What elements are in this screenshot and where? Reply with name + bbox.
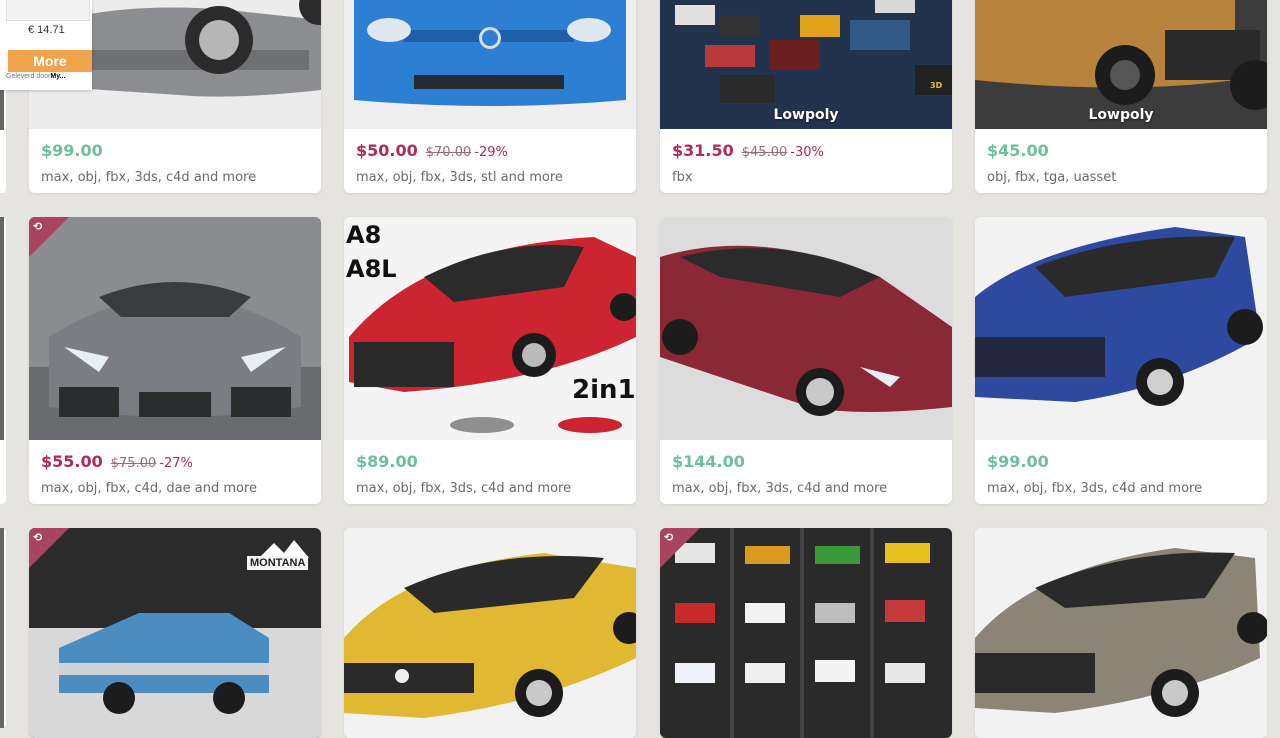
ad-price: € 14.71 [28, 24, 65, 36]
sale-price: $50.00 [356, 141, 418, 160]
badge-icon: ⟲ [33, 220, 43, 233]
featured-badge: ⟲ [29, 217, 69, 257]
more-button[interactable]: More [8, 50, 92, 72]
left-edge-card-2 [0, 217, 6, 504]
discount: -29% [474, 145, 508, 160]
badge-icon: ⟲ [33, 531, 43, 544]
old-price: $75.00 [110, 456, 157, 471]
file-formats: obj, fbx, tga, uasset [987, 170, 1117, 185]
product-card-7[interactable]: $144.00 max, obj, fbx, 3ds, c4d and more [660, 217, 952, 504]
old-price: $45.00 [741, 145, 788, 160]
model-caption-2in1: 2in1 [572, 375, 636, 405]
file-formats: fbx [672, 170, 693, 185]
model-caption-a8: A8 [346, 221, 382, 249]
product-card-4[interactable]: Lowpoly $45.00 obj, fbx, tga, uasset [975, 0, 1267, 193]
svg-text:3D: 3D [930, 81, 943, 90]
featured-badge: ⟲ [660, 528, 700, 568]
product-card-10[interactable] [344, 528, 636, 738]
price: $99.00 [41, 141, 103, 160]
product-thumbnail[interactable]: ⟲ [660, 528, 952, 738]
left-edge-card-3 [0, 528, 6, 728]
lowpoly-label: Lowpoly [1088, 107, 1154, 123]
file-formats: max, obj, fbx, c4d, dae and more [41, 481, 258, 496]
ad-image-placeholder [6, 0, 90, 21]
old-price: $70.00 [425, 145, 472, 160]
price: $45.00 [987, 141, 1049, 160]
file-formats: max, obj, fbx, 3ds, c4d and more [672, 481, 888, 496]
file-formats: max, obj, fbx, 3ds, c4d and more [987, 481, 1203, 496]
product-card-6[interactable]: A8 A8L 2in1 $89.00 max, obj, fbx, 3ds, c… [344, 217, 636, 504]
product-thumbnail[interactable] [975, 528, 1267, 738]
badge-icon: ⟲ [664, 531, 674, 544]
product-thumbnail[interactable]: MONTANA ⟲ [29, 528, 321, 738]
sale-price: $55.00 [41, 452, 103, 471]
product-card-2[interactable]: $50.00 $70.00 -29% max, obj, fbx, 3ds, stl… [344, 0, 636, 193]
discount: -30% [790, 145, 824, 160]
price: $99.00 [987, 452, 1049, 471]
product-card-9[interactable]: MONTANA ⟲ [29, 528, 321, 738]
product-thumbnail[interactable]: ⟲ [29, 217, 321, 440]
ad-widget[interactable]: € 14.71 More Geleverd doorMy... [0, 0, 92, 90]
product-card-3[interactable]: 3D Lowpoly $31.50 $45.00 -30% fbx [660, 0, 952, 193]
product-thumbnail[interactable]: Lowpoly [975, 0, 1267, 129]
file-formats: max, obj, fbx, 3ds, c4d and more [41, 170, 257, 185]
ad-footer-brand: My... [50, 73, 66, 80]
featured-badge: ⟲ [29, 528, 69, 568]
file-formats: max, obj, fbx, 3ds, c4d and more [356, 481, 572, 496]
product-thumbnail[interactable]: 3D Lowpoly [660, 0, 952, 129]
product-thumbnail[interactable] [344, 528, 636, 738]
price: $89.00 [356, 452, 418, 471]
lowpoly-label: Lowpoly [773, 107, 839, 123]
product-thumbnail[interactable] [660, 217, 952, 440]
price: $144.00 [672, 452, 745, 471]
product-thumbnail[interactable] [344, 0, 636, 129]
sale-price: $31.50 [672, 141, 734, 160]
product-card-5[interactable]: ⟲ $55.00 $75.00 -27% max, obj, fbx, c4d, d… [29, 217, 321, 504]
product-thumbnail[interactable]: A8 A8L 2in1 [344, 217, 636, 440]
product-thumbnail[interactable] [975, 217, 1267, 440]
model-caption-a8l: A8L [346, 255, 397, 283]
ad-footer-text: Geleverd door [6, 73, 51, 80]
discount: -27% [159, 456, 193, 471]
product-card-12[interactable] [975, 528, 1267, 738]
ad-footer: Geleverd doorMy... [6, 73, 65, 80]
product-card-8[interactable]: $99.00 max, obj, fbx, 3ds, c4d and more [975, 217, 1267, 504]
montana-logo: MONTANA [247, 556, 309, 570]
file-formats: max, obj, fbx, 3ds, stl and more [356, 170, 563, 185]
product-card-11[interactable]: ⟲ [660, 528, 952, 738]
